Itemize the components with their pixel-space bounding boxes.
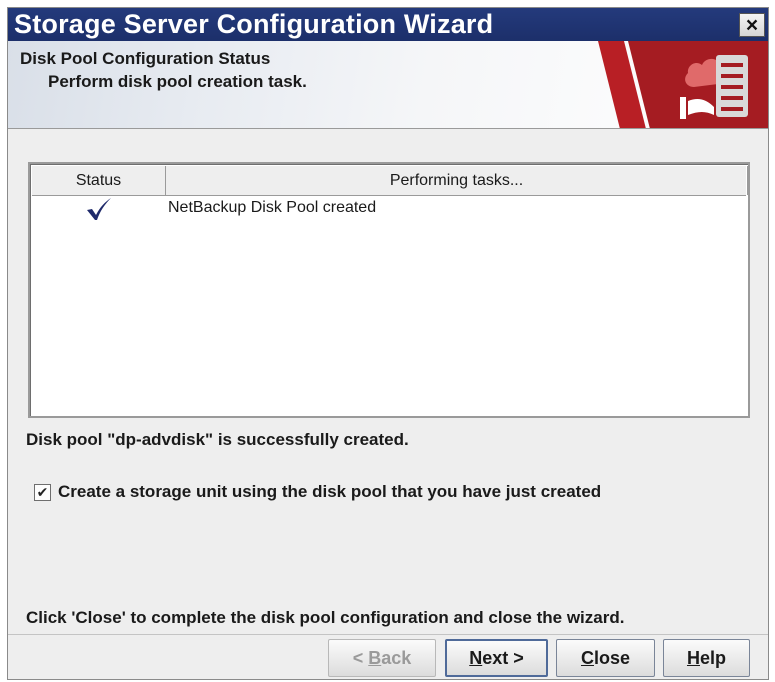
next-button[interactable]: Next >	[445, 639, 548, 677]
next-button-label: ext >	[482, 647, 524, 668]
footer-instruction: Click 'Close' to complete the disk pool …	[26, 608, 625, 627]
checkbox-check-icon: ✔	[36, 484, 49, 500]
back-button-mnemonic: B	[368, 647, 382, 668]
table-header: Status Performing tasks...	[32, 166, 748, 196]
close-button-mnemonic: C	[580, 647, 594, 668]
storage-unit-checkbox-label[interactable]: Create a storage unit using the disk poo…	[58, 482, 601, 502]
back-button-label: ack	[381, 647, 412, 668]
table-row[interactable]: NetBackup Disk Pool created	[32, 197, 746, 221]
close-window-button[interactable]: ×	[739, 13, 765, 37]
header-subtitle: Perform disk pool creation task.	[48, 72, 307, 91]
help-button-label: elp	[699, 647, 726, 668]
close-button[interactable]: Close	[556, 639, 655, 677]
success-message: Disk pool "dp-advdisk" is successfully c…	[26, 430, 409, 449]
help-button-mnemonic: H	[686, 647, 700, 668]
help-button[interactable]: Help	[663, 639, 750, 677]
next-button-mnemonic: N	[469, 647, 483, 668]
header-title: Disk Pool Configuration Status	[20, 49, 271, 68]
tasks-column-header[interactable]: Performing tasks...	[166, 166, 748, 195]
back-button-prefix: <	[352, 647, 369, 668]
back-button[interactable]: < Back	[328, 639, 436, 677]
footer-divider	[8, 634, 768, 635]
title-bar[interactable]: Storage Server Configuration Wizard ×	[8, 8, 768, 41]
close-icon: ×	[745, 13, 759, 37]
tasks-table: Status Performing tasks... NetBackup Dis…	[28, 162, 750, 418]
close-button-label: lose	[593, 647, 631, 668]
storage-server-logo-icon	[598, 41, 768, 128]
wizard-window: Storage Server Configuration Wizard × Di…	[7, 7, 769, 680]
storage-unit-checkbox[interactable]: ✔	[34, 483, 51, 501]
wizard-header: Disk Pool Configuration Status Perform d…	[8, 41, 768, 129]
storage-unit-checkbox-row[interactable]: ✔ Create a storage unit using the disk p…	[34, 482, 601, 502]
status-cell	[32, 197, 166, 221]
window-title: Storage Server Configuration Wizard	[14, 9, 494, 39]
task-cell: NetBackup Disk Pool created	[168, 199, 377, 216]
checkmark-icon	[87, 198, 111, 220]
status-column-header[interactable]: Status	[32, 166, 166, 195]
